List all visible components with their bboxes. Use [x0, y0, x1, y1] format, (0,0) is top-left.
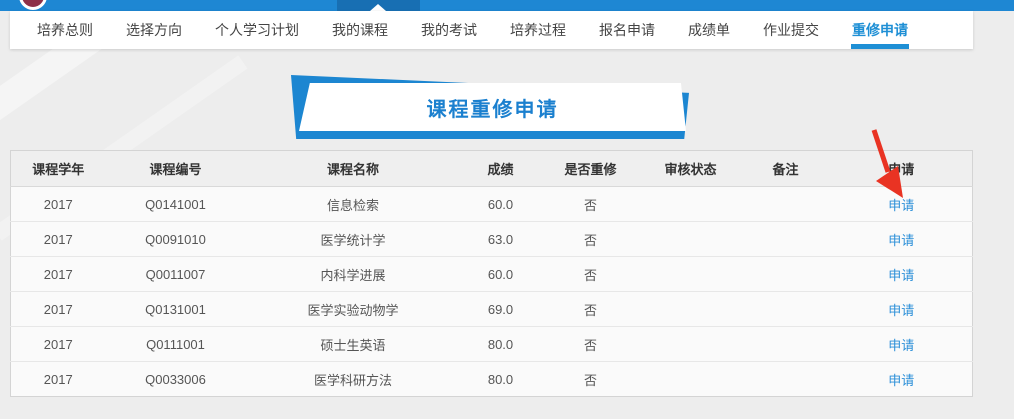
- cell-retake: 否: [541, 257, 641, 292]
- cell-year: 2017: [11, 257, 106, 292]
- cell-retake: 否: [541, 222, 641, 257]
- cell-retake: 否: [541, 292, 641, 327]
- cell-year: 2017: [11, 362, 106, 397]
- col-header-remark: 备注: [741, 151, 831, 187]
- col-header-score: 成绩: [461, 151, 541, 187]
- apply-link[interactable]: 申请: [888, 198, 914, 213]
- table-row: 2017 Q0141001 信息检索 60.0 否 申请: [11, 187, 973, 222]
- cell-name: 硕士生英语: [246, 327, 461, 362]
- cell-status: [641, 222, 741, 257]
- cell-name: 医学统计学: [246, 222, 461, 257]
- cell-apply: 申请: [831, 257, 973, 292]
- col-header-apply: 申请: [831, 151, 973, 187]
- table-header-row: 课程学年 课程编号 课程名称 成绩 是否重修 审核状态 备注 申请: [11, 151, 973, 187]
- cell-retake: 否: [541, 362, 641, 397]
- cell-year: 2017: [11, 187, 106, 222]
- cell-remark: [741, 327, 831, 362]
- tab-my-exams[interactable]: 我的考试: [421, 11, 477, 49]
- cell-name: 内科学进展: [246, 257, 461, 292]
- cell-status: [641, 292, 741, 327]
- cell-remark: [741, 257, 831, 292]
- cell-code: Q0033006: [106, 362, 246, 397]
- retake-application-page: 培养总则 选择方向 个人学习计划 我的课程 我的考试 培养过程 报名申请 成绩单…: [0, 0, 1014, 419]
- tab-choose-direction[interactable]: 选择方向: [126, 11, 182, 49]
- cell-score: 69.0: [461, 292, 541, 327]
- tab-transcript[interactable]: 成绩单: [688, 11, 730, 49]
- cell-status: [641, 327, 741, 362]
- tab-my-courses[interactable]: 我的课程: [332, 11, 388, 49]
- cell-score: 60.0: [461, 257, 541, 292]
- table-row: 2017 Q0011007 内科学进展 60.0 否 申请: [11, 257, 973, 292]
- cell-code: Q0011007: [106, 257, 246, 292]
- col-header-code: 课程编号: [106, 151, 246, 187]
- submenu-pointer-triangle-icon: [370, 4, 386, 11]
- apply-link[interactable]: 申请: [888, 233, 914, 248]
- tab-training-process[interactable]: 培养过程: [510, 11, 566, 49]
- cell-apply: 申请: [831, 362, 973, 397]
- cell-code: Q0131001: [106, 292, 246, 327]
- tab-retake-application[interactable]: 重修申请: [852, 11, 908, 49]
- cell-score: 60.0: [461, 187, 541, 222]
- cell-retake: 否: [541, 187, 641, 222]
- cell-code: Q0091010: [106, 222, 246, 257]
- cell-name: 医学实验动物学: [246, 292, 461, 327]
- table-row: 2017 Q0091010 医学统计学 63.0 否 申请: [11, 222, 973, 257]
- cell-status: [641, 362, 741, 397]
- cell-apply: 申请: [831, 187, 973, 222]
- cell-score: 80.0: [461, 327, 541, 362]
- cell-remark: [741, 187, 831, 222]
- col-header-name: 课程名称: [246, 151, 461, 187]
- table-row: 2017 Q0111001 硕士生英语 80.0 否 申请: [11, 327, 973, 362]
- top-blue-bar: [0, 0, 1014, 11]
- table-row: 2017 Q0131001 医学实验动物学 69.0 否 申请: [11, 292, 973, 327]
- tab-personal-study-plan[interactable]: 个人学习计划: [215, 11, 299, 49]
- cell-remark: [741, 292, 831, 327]
- tab-homework-submit[interactable]: 作业提交: [763, 11, 819, 49]
- col-header-year: 课程学年: [11, 151, 106, 187]
- page-title: 课程重修申请: [299, 83, 686, 131]
- cell-name: 医学科研方法: [246, 362, 461, 397]
- cell-score: 80.0: [461, 362, 541, 397]
- secondary-navbar: 培养总则 选择方向 个人学习计划 我的课程 我的考试 培养过程 报名申请 成绩单…: [10, 11, 973, 49]
- cell-remark: [741, 362, 831, 397]
- cell-status: [641, 257, 741, 292]
- col-header-retake: 是否重修: [541, 151, 641, 187]
- cell-code: Q0141001: [106, 187, 246, 222]
- table-row: 2017 Q0033006 医学科研方法 80.0 否 申请: [11, 362, 973, 397]
- cell-code: Q0111001: [106, 327, 246, 362]
- apply-link[interactable]: 申请: [888, 268, 914, 283]
- cell-apply: 申请: [831, 222, 973, 257]
- cell-remark: [741, 222, 831, 257]
- cell-name: 信息检索: [246, 187, 461, 222]
- tab-registration[interactable]: 报名申请: [599, 11, 655, 49]
- cell-year: 2017: [11, 222, 106, 257]
- cell-apply: 申请: [831, 327, 973, 362]
- cell-retake: 否: [541, 327, 641, 362]
- retake-course-table: 课程学年 课程编号 课程名称 成绩 是否重修 审核状态 备注 申请 2017 Q…: [10, 150, 973, 397]
- cell-year: 2017: [11, 327, 106, 362]
- cell-year: 2017: [11, 292, 106, 327]
- tab-training-rules[interactable]: 培养总则: [37, 11, 93, 49]
- col-header-status: 审核状态: [641, 151, 741, 187]
- apply-link[interactable]: 申请: [888, 303, 914, 318]
- apply-link[interactable]: 申请: [888, 373, 914, 388]
- apply-link[interactable]: 申请: [888, 338, 914, 353]
- cell-score: 63.0: [461, 222, 541, 257]
- cell-status: [641, 187, 741, 222]
- cell-apply: 申请: [831, 292, 973, 327]
